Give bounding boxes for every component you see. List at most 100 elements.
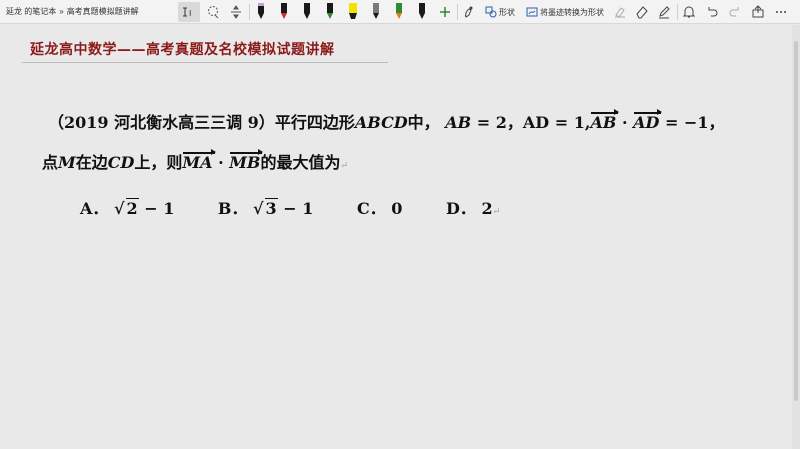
vector-ma: MA <box>182 149 216 172</box>
svg-text:I: I <box>189 9 191 18</box>
toolbar-separator <box>249 4 250 20</box>
vertical-scrollbar[interactable] <box>792 25 800 449</box>
lasso-icon <box>208 6 219 19</box>
vector-mb: MB <box>229 149 264 172</box>
more-icon <box>776 11 786 13</box>
breadcrumb-notebook[interactable]: 延龙 的笔记本 <box>6 7 56 16</box>
question-text-4: 在边 <box>75 153 108 172</box>
more-options-button[interactable] <box>772 2 790 22</box>
question-line-2: 点M在边CD上，则MA · MB的最大值为↵ <box>42 149 348 173</box>
pen-black-3-button[interactable] <box>413 2 431 22</box>
shapes-label: 形状 <box>499 7 515 17</box>
pen-green-icon <box>327 3 333 19</box>
type-text-button[interactable]: I <box>178 2 200 22</box>
segment-ab: AB <box>445 113 472 132</box>
scrollbar-thumb[interactable] <box>794 41 798 401</box>
option-b-rest: − 1 <box>277 199 314 218</box>
text-cursor-icon: I <box>183 7 191 18</box>
vector-ad: AD <box>633 109 663 132</box>
option-b-radicand: 3 <box>264 198 278 218</box>
option-b-label: B． <box>217 199 248 218</box>
bell-icon <box>682 6 696 18</box>
eraser-icon <box>636 6 648 19</box>
pen-red-icon <box>281 3 287 19</box>
option-d: D． 2↵ <box>446 195 500 219</box>
question-line-1: （2019 河北衡水高三三调 9）平行四边形ABCD中， AB = 2，AD =… <box>48 109 724 133</box>
question-text-5: 上，则 <box>134 153 183 172</box>
edge-cd: CD <box>107 153 135 172</box>
equation-dot-product: = −1， <box>659 113 725 132</box>
toolbar-separator <box>677 4 678 20</box>
lasso-select-button[interactable] <box>203 2 223 22</box>
ink-to-shape-label: 将墨迹转换为形状 <box>540 7 604 17</box>
shapes-button[interactable]: 形状 <box>482 2 518 22</box>
plus-icon <box>440 7 450 17</box>
add-pen-button[interactable] <box>436 2 454 22</box>
option-d-label: D． <box>446 199 476 218</box>
ribbon-toolbar: 延龙 的笔记本» 高考真题模拟题讲解 I 形状 将墨迹转换为形状 <box>0 0 800 24</box>
share-icon <box>752 5 764 18</box>
option-a: A． √ 2 − 1 <box>80 198 175 218</box>
option-a-label: A． <box>80 199 109 218</box>
option-b: B． √ 3 − 1 <box>217 198 314 218</box>
notifications-button[interactable] <box>680 2 698 22</box>
breadcrumb-page[interactable]: 高考真题模拟题讲解 <box>67 7 139 16</box>
option-c: C． 0 <box>357 195 402 219</box>
option-a-rest: − 1 <box>138 199 175 218</box>
equation-ab-ad: = 2，AD = 1, <box>471 113 591 132</box>
pen-green-button[interactable] <box>321 2 339 22</box>
page-heading: 延龙高中数学——高考真题及名校模拟试题讲解 <box>30 42 335 58</box>
redo-button[interactable] <box>726 2 744 22</box>
undo-button[interactable] <box>703 2 721 22</box>
pen-green-2-icon <box>396 3 402 19</box>
vector-ab: AB <box>590 109 620 132</box>
note-canvas[interactable]: 延龙高中数学——高考真题及名校模拟试题讲解 （2019 河北衡水高三三调 9）平… <box>0 25 800 449</box>
point-m: M <box>58 153 76 172</box>
pen-gray-button[interactable] <box>367 2 385 22</box>
touch-pen-icon <box>465 6 473 18</box>
option-a-radicand: 2 <box>125 198 139 218</box>
ink-to-math-button[interactable] <box>611 2 629 22</box>
eraser-button[interactable] <box>633 2 651 22</box>
pen-black-2-icon <box>304 3 310 19</box>
ruler-button[interactable] <box>460 2 478 22</box>
pen-black-button[interactable] <box>252 2 270 22</box>
share-button[interactable] <box>749 2 767 22</box>
toolbar-separator <box>457 4 458 20</box>
option-d-value: 2 <box>481 199 493 218</box>
pen-black-icon <box>258 3 264 19</box>
pen-red-button[interactable] <box>275 2 293 22</box>
pen-gray-icon <box>373 3 379 19</box>
insert-space-icon <box>231 5 241 19</box>
breadcrumb-separator: » <box>59 7 64 16</box>
answer-options: A． √ 2 − 1 B． √ 3 − 1 C． 0 D． 2↵ <box>80 195 500 219</box>
ink-to-shape-button[interactable]: 将墨迹转换为形状 <box>524 2 606 22</box>
paragraph-mark: ↵ <box>340 161 349 171</box>
lasso-eraser-icon <box>615 7 625 18</box>
question-text-1: 平行四边形 <box>274 113 355 132</box>
marker-button[interactable] <box>655 2 673 22</box>
shapes-icon <box>485 6 497 18</box>
dot-operator-2: · <box>212 153 230 172</box>
ink-to-shape-icon <box>526 7 538 17</box>
add-space-button[interactable] <box>226 2 246 22</box>
question-text-6: 的最大值为 <box>260 153 341 172</box>
pen-black-2-button[interactable] <box>298 2 316 22</box>
breadcrumb: 延龙 的笔记本» 高考真题模拟题讲解 <box>6 6 142 18</box>
pen-green-2-button[interactable] <box>390 2 408 22</box>
dot-operator: · <box>616 113 634 132</box>
redo-icon <box>729 7 739 17</box>
highlighter-yellow-button[interactable] <box>343 2 363 22</box>
pen-black-3-icon <box>419 3 425 19</box>
option-c-label: C． <box>356 199 386 218</box>
edit-pen-icon <box>659 6 670 19</box>
question-source: （2019 河北衡水高三三调 9） <box>48 113 275 132</box>
question-text-2: 中， <box>407 113 440 132</box>
paragraph-mark-2: ↵ <box>492 207 501 217</box>
heading-underline <box>22 62 388 63</box>
undo-icon <box>708 7 718 17</box>
option-c-value: 0 <box>391 199 403 218</box>
question-text-3: 点 <box>42 153 59 172</box>
highlighter-yellow-icon <box>349 3 357 19</box>
shape-name: ABCD <box>354 113 408 132</box>
